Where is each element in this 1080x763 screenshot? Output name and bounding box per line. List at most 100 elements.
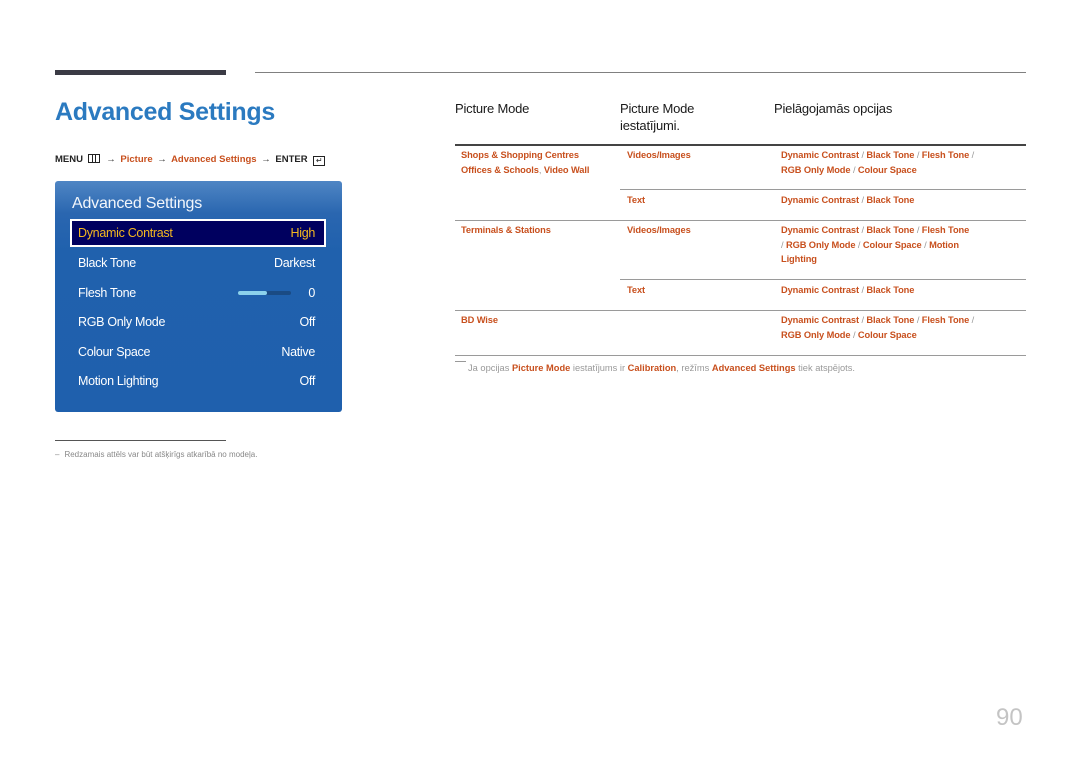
row-divider bbox=[455, 220, 1026, 221]
breadcrumb-advanced-settings[interactable]: Advanced Settings bbox=[171, 154, 257, 165]
breadcrumb: MENU → Picture → Advanced Settings → ENT… bbox=[55, 154, 326, 166]
table-cell-setting: Videos/Images bbox=[627, 225, 691, 235]
osd-item-label: Motion Lighting bbox=[78, 374, 159, 388]
table-cell-options: Dynamic Contrast / Black Tone bbox=[781, 283, 914, 298]
footnote-divider bbox=[55, 440, 226, 441]
option-dynamic-contrast: Dynamic Contrast bbox=[781, 225, 859, 235]
row-divider bbox=[620, 189, 1026, 190]
option-colour-space: Colour Space bbox=[857, 164, 917, 175]
mode-offices: Offices & Schools bbox=[461, 164, 539, 175]
enter-icon: ↵ bbox=[313, 156, 326, 166]
breadcrumb-picture[interactable]: Picture bbox=[120, 154, 152, 165]
table-cell-setting: Text bbox=[627, 195, 646, 205]
table-header-picture-mode: Picture Mode bbox=[455, 101, 530, 116]
table-header-settings: Picture Mode iestatījumi. bbox=[620, 101, 695, 133]
osd-item-label: Dynamic Contrast bbox=[78, 226, 173, 240]
note-dash bbox=[455, 361, 466, 362]
note-highlight-advanced-settings: Advanced Settings bbox=[711, 363, 796, 373]
separator: / bbox=[850, 164, 858, 175]
table-cell-options: Dynamic Contrast / Black Tone / Flesh To… bbox=[781, 223, 969, 267]
mode-video-wall: Video Wall bbox=[543, 164, 590, 175]
header-bar-thin bbox=[255, 72, 1026, 73]
row-divider bbox=[620, 279, 1026, 280]
table-header-options: Pielāgojamās opcijas bbox=[774, 101, 893, 116]
osd-item-colour-space[interactable]: Colour Space Native bbox=[70, 338, 326, 366]
table-cell-options: Dynamic Contrast / Black Tone / Flesh To… bbox=[781, 148, 974, 177]
arrow-icon: → bbox=[106, 154, 116, 165]
row-divider bbox=[455, 310, 1026, 311]
page-number: 90 bbox=[996, 704, 1023, 731]
osd-item-dynamic-contrast[interactable]: Dynamic Contrast High bbox=[70, 219, 326, 247]
table-cell-mode: Shops & Shopping Centres Offices & Schoo… bbox=[461, 148, 589, 177]
table-cell-options: Dynamic Contrast / Black Tone / Flesh To… bbox=[781, 313, 974, 342]
slider-fill bbox=[238, 291, 268, 295]
table-cell-options: Dynamic Contrast / Black Tone bbox=[781, 193, 914, 208]
note-highlight-picture-mode: Picture Mode bbox=[511, 363, 571, 373]
arrow-icon: → bbox=[157, 154, 167, 165]
separator: / bbox=[850, 329, 858, 340]
osd-item-value: Off bbox=[299, 315, 315, 329]
note-text: tiek atspējots. bbox=[795, 363, 855, 373]
table-cell-mode: Terminals & Stations bbox=[461, 223, 551, 238]
option-rgb-only-mode: RGB Only Mode bbox=[781, 164, 851, 175]
table-header-rule bbox=[455, 144, 1026, 146]
option-black-tone: Black Tone bbox=[866, 315, 915, 325]
osd-title: Advanced Settings bbox=[72, 195, 203, 212]
option-flesh-tone: Flesh Tone bbox=[921, 150, 970, 160]
option-black-tone: Black Tone bbox=[866, 225, 915, 235]
footnote: – Redzamais attēls var būt atšķirīgs atka… bbox=[55, 450, 257, 459]
note-text: Ja opcijas bbox=[468, 363, 512, 373]
osd-item-label: Flesh Tone bbox=[78, 286, 136, 300]
option-flesh-tone: Flesh Tone bbox=[921, 225, 970, 235]
menu-icon bbox=[87, 154, 100, 163]
osd-item-flesh-tone[interactable]: Flesh Tone 0 bbox=[70, 279, 326, 307]
flesh-tone-slider[interactable] bbox=[238, 291, 291, 295]
separator: / bbox=[914, 150, 922, 160]
option-lighting: Lighting bbox=[781, 254, 817, 264]
footnote-dash: – bbox=[55, 450, 60, 459]
separator: / bbox=[921, 239, 930, 250]
table-cell-mode: BD Wise bbox=[461, 313, 498, 328]
osd-item-value: 0 bbox=[308, 286, 315, 300]
arrow-icon: → bbox=[261, 154, 271, 165]
option-colour-space: Colour Space bbox=[862, 239, 922, 250]
table-note: Ja opcijas Picture Mode iestatījums ir C… bbox=[455, 361, 855, 373]
osd-item-value: Off bbox=[299, 374, 315, 388]
separator: / bbox=[914, 315, 922, 325]
option-flesh-tone: Flesh Tone bbox=[921, 315, 970, 325]
osd-item-rgb-only-mode[interactable]: RGB Only Mode Off bbox=[70, 308, 326, 336]
option-dynamic-contrast: Dynamic Contrast bbox=[781, 315, 859, 325]
mode-terminals: Terminals & Stations bbox=[461, 225, 551, 235]
breadcrumb-enter: ENTER bbox=[275, 154, 308, 165]
page-title: Advanced Settings bbox=[55, 98, 275, 126]
osd-item-value: High bbox=[290, 226, 315, 240]
osd-menu-panel: Advanced Settings Dynamic Contrast High … bbox=[55, 181, 342, 412]
breadcrumb-menu: MENU bbox=[55, 154, 83, 165]
table-bottom-rule bbox=[455, 355, 1026, 356]
mode-shops: Shops & Shopping Centres bbox=[461, 150, 579, 160]
option-motion: Motion bbox=[929, 239, 959, 250]
osd-item-label: Black Tone bbox=[78, 256, 136, 270]
note-text: iestatījums ir bbox=[570, 363, 628, 373]
separator: / bbox=[855, 239, 863, 250]
osd-item-label: RGB Only Mode bbox=[78, 315, 166, 329]
option-rgb-only-mode: RGB Only Mode bbox=[781, 329, 851, 340]
osd-item-value: Native bbox=[281, 345, 315, 359]
separator: / bbox=[969, 150, 975, 160]
option-black-tone: Black Tone bbox=[866, 150, 915, 160]
osd-item-black-tone[interactable]: Black Tone Darkest bbox=[70, 249, 326, 277]
option-black-tone: Black Tone bbox=[866, 195, 915, 205]
osd-item-motion-lighting[interactable]: Motion Lighting Off bbox=[70, 367, 326, 395]
mode-bd-wise: BD Wise bbox=[461, 315, 498, 325]
note-text: , režīms bbox=[676, 363, 712, 373]
osd-item-label: Colour Space bbox=[78, 345, 151, 359]
option-dynamic-contrast: Dynamic Contrast bbox=[781, 195, 859, 205]
note-highlight-calibration: Calibration bbox=[627, 363, 677, 373]
separator: / bbox=[914, 225, 922, 235]
footnote-text: Redzamais attēls var būt atšķirīgs atkar… bbox=[64, 450, 258, 459]
option-black-tone: Black Tone bbox=[866, 285, 915, 295]
option-dynamic-contrast: Dynamic Contrast bbox=[781, 150, 859, 160]
table-cell-setting: Videos/Images bbox=[627, 150, 691, 160]
option-rgb-only-mode: RGB Only Mode bbox=[785, 239, 856, 250]
osd-item-value: Darkest bbox=[274, 256, 315, 270]
